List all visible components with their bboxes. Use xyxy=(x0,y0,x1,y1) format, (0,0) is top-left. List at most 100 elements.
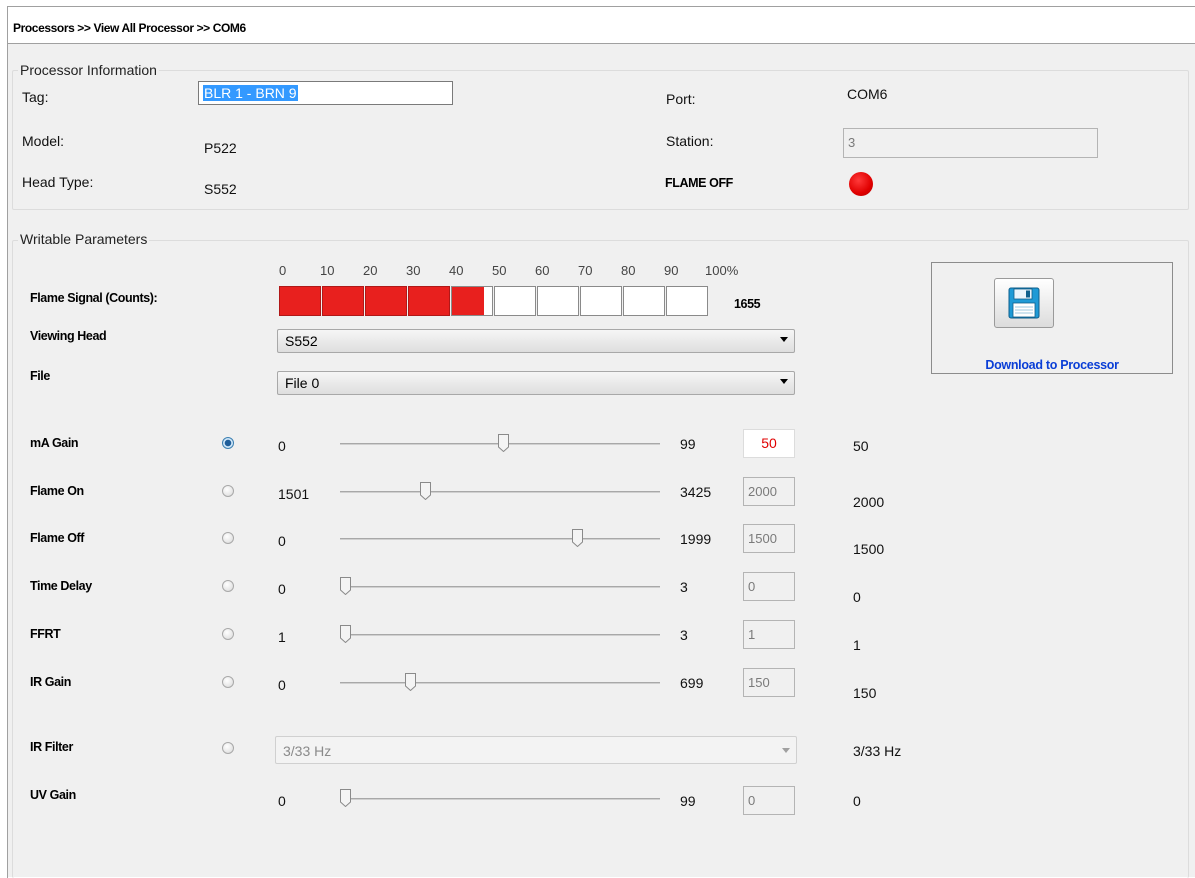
signal-bar-segment xyxy=(451,286,493,316)
param-radio[interactable] xyxy=(222,437,234,449)
param-slider-thumb[interactable] xyxy=(420,482,431,503)
param-label: Flame On xyxy=(30,484,84,498)
ir-filter-radio[interactable] xyxy=(222,742,234,754)
scale-tick: 70 xyxy=(578,263,593,278)
scale-tick: 100% xyxy=(705,263,739,278)
flame-signal-bar xyxy=(279,286,709,316)
flame-signal-scale: 0 10 20 30 40 50 60 70 80 90 100% xyxy=(279,263,749,281)
download-to-processor-label[interactable]: Download to Processor xyxy=(931,358,1173,372)
signal-bar-segment xyxy=(666,286,708,316)
signal-bar-segment xyxy=(494,286,536,316)
param-radio[interactable] xyxy=(222,532,234,544)
file-dropdown-value: File 0 xyxy=(285,375,320,391)
head-type-label: Head Type: xyxy=(22,174,94,190)
param-current-value: 1 xyxy=(853,637,861,653)
port-label: Port: xyxy=(666,91,696,107)
flame-signal-label: Flame Signal (Counts): xyxy=(30,291,158,305)
param-input[interactable]: 0 xyxy=(743,572,795,601)
viewing-head-label: Viewing Head xyxy=(30,329,107,343)
param-max: 3425 xyxy=(680,484,712,500)
param-min: 1 xyxy=(278,629,286,645)
chevron-down-icon xyxy=(780,379,788,384)
scale-tick: 20 xyxy=(363,263,378,278)
param-label: IR Gain xyxy=(30,675,71,689)
uv-gain-slider-track xyxy=(340,798,660,800)
param-slider-thumb[interactable] xyxy=(340,577,351,598)
download-to-processor-button[interactable] xyxy=(994,278,1054,328)
param-max: 3 xyxy=(680,579,688,595)
ir-filter-dropdown[interactable]: 3/33 Hz xyxy=(275,736,797,764)
param-max: 99 xyxy=(680,436,696,452)
param-input[interactable]: 50 xyxy=(743,429,795,458)
param-input[interactable]: 150 xyxy=(743,668,795,697)
param-current-value: 2000 xyxy=(853,494,885,510)
ir-filter-current-value: 3/33 Hz xyxy=(853,743,902,759)
flame-status-label: FLAME OFF xyxy=(665,176,733,190)
param-min: 0 xyxy=(278,677,286,693)
param-current-value: 150 xyxy=(853,685,877,701)
param-label: Time Delay xyxy=(30,579,92,593)
signal-bar-segment xyxy=(537,286,579,316)
station-input[interactable]: 3 xyxy=(843,128,1098,158)
param-label: Flame Off xyxy=(30,531,85,545)
param-current-value: 1500 xyxy=(853,541,885,557)
param-max: 699 xyxy=(680,675,704,691)
port-value: COM6 xyxy=(847,86,888,102)
param-slider-track xyxy=(340,538,660,540)
param-slider-thumb[interactable] xyxy=(340,625,351,646)
param-slider-track xyxy=(340,586,660,588)
signal-bar-segment xyxy=(365,286,407,316)
param-min: 0 xyxy=(278,438,286,454)
param-label: mA Gain xyxy=(30,436,79,450)
signal-bar-segment xyxy=(279,286,321,316)
tag-input-value: BLR 1 - BRN 9 xyxy=(203,85,298,101)
head-type-value: S552 xyxy=(204,181,237,197)
param-min: 0 xyxy=(278,581,286,597)
save-floppy-icon xyxy=(1008,287,1040,319)
param-slider-thumb[interactable] xyxy=(405,673,416,694)
scale-tick: 60 xyxy=(535,263,550,278)
param-radio[interactable] xyxy=(222,580,234,592)
param-input[interactable]: 1 xyxy=(743,620,795,649)
chevron-down-icon xyxy=(782,748,790,753)
ir-filter-label: IR Filter xyxy=(30,740,73,754)
writable-params-legend: Writable Parameters xyxy=(18,231,150,247)
signal-bar-segment xyxy=(408,286,450,316)
ir-filter-dropdown-value: 3/33 Hz xyxy=(283,743,332,759)
uv-gain-slider-thumb[interactable] xyxy=(340,789,351,810)
scale-tick: 50 xyxy=(492,263,507,278)
breadcrumb: Processors >> View All Processor >> COM6 xyxy=(13,21,246,35)
uv-gain-max: 99 xyxy=(680,793,696,809)
uv-gain-current-value: 0 xyxy=(853,793,861,809)
scale-tick: 80 xyxy=(621,263,636,278)
scale-tick: 0 xyxy=(279,263,287,278)
param-radio[interactable] xyxy=(222,676,234,688)
param-current-value: 50 xyxy=(853,438,869,454)
param-radio[interactable] xyxy=(222,628,234,640)
model-value: P522 xyxy=(204,140,237,156)
file-label: File xyxy=(30,369,50,383)
param-max: 3 xyxy=(680,627,688,643)
param-max: 1999 xyxy=(680,531,712,547)
signal-bar-segment xyxy=(623,286,665,316)
scale-tick: 30 xyxy=(406,263,421,278)
param-input[interactable]: 2000 xyxy=(743,477,795,506)
param-min: 0 xyxy=(278,533,286,549)
viewing-head-dropdown[interactable]: S552 xyxy=(277,329,795,353)
param-slider-track xyxy=(340,491,660,493)
param-slider-thumb[interactable] xyxy=(498,434,509,455)
chevron-down-icon xyxy=(780,337,788,342)
scale-tick: 10 xyxy=(320,263,335,278)
station-label: Station: xyxy=(666,133,714,149)
param-input[interactable]: 1500 xyxy=(743,524,795,553)
param-label: FFRT xyxy=(30,627,61,641)
tag-input[interactable]: BLR 1 - BRN 9 xyxy=(198,81,453,105)
param-slider-track xyxy=(340,682,660,684)
signal-bar-segment xyxy=(322,286,364,316)
param-slider-thumb[interactable] xyxy=(572,529,583,550)
file-dropdown[interactable]: File 0 xyxy=(277,371,795,395)
uv-gain-input[interactable]: 0 xyxy=(743,786,795,815)
scale-tick: 40 xyxy=(449,263,464,278)
processor-info-legend: Processor Information xyxy=(18,62,159,78)
param-radio[interactable] xyxy=(222,485,234,497)
